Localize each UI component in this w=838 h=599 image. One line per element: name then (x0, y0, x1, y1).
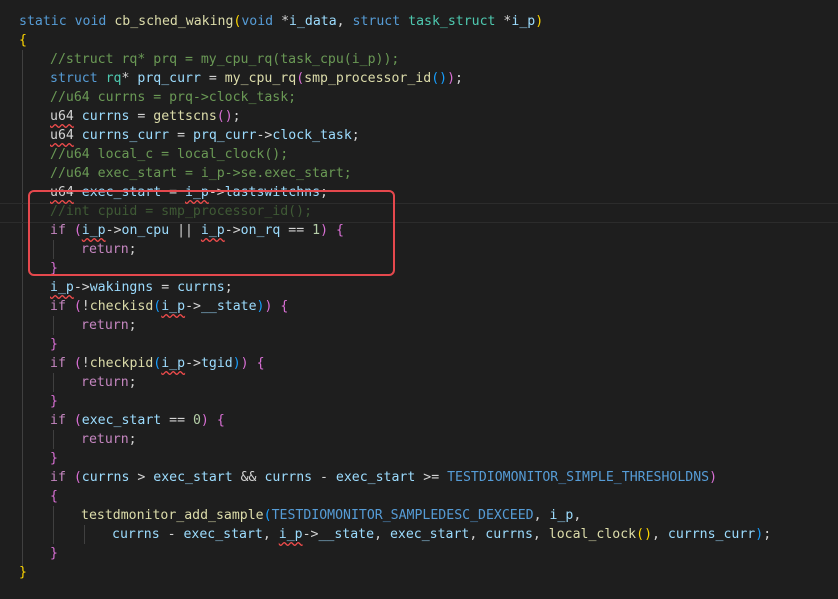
code-line-5[interactable]: //u64 currns = prq->clock_task; (50, 88, 296, 107)
code-line-24[interactable]: } (50, 449, 58, 468)
code-line-25[interactable]: if (currns > exec_start && currns - exec… (50, 468, 717, 487)
indent-guide (22, 50, 23, 568)
code-line-7[interactable]: u64 currns_curr = prq_curr->clock_task; (50, 126, 360, 145)
code-line-2[interactable]: { (19, 31, 27, 50)
indent-guide (53, 430, 54, 449)
code-line-28[interactable]: currns - exec_start, i_p->__state, exec_… (112, 525, 771, 544)
code-line-23[interactable]: return; (81, 430, 137, 449)
code-line-17[interactable]: return; (81, 316, 137, 335)
indent-guide (53, 506, 54, 544)
code-line-21[interactable]: } (50, 392, 58, 411)
code-line-16[interactable]: if (!checkisd(i_p->__state)) { (50, 297, 288, 316)
indent-guide (84, 525, 85, 544)
code-line-3[interactable]: //struct rq* prq = my_cpu_rq(task_cpu(i_… (50, 50, 399, 69)
code-line-19[interactable]: if (!checkpid(i_p->tgid)) { (50, 354, 265, 373)
code-editor[interactable]: static void cb_sched_waking(void *i_data… (0, 0, 838, 599)
indent-guide (53, 316, 54, 335)
code-line-20[interactable]: return; (81, 373, 137, 392)
code-line-6[interactable]: u64 currns = gettscns(); (50, 107, 241, 126)
highlight-annotation-box (28, 190, 395, 276)
code-line-1[interactable]: static void cb_sched_waking(void *i_data… (19, 12, 543, 31)
indent-guide (53, 373, 54, 392)
code-line-9[interactable]: //u64 exec_start = i_p->se.exec_start; (50, 164, 352, 183)
code-line-8[interactable]: //u64 local_c = local_clock(); (50, 145, 288, 164)
code-line-27[interactable]: testdmonitor_add_sample(TESTDIOMONITOR_S… (81, 506, 581, 525)
code-line-26[interactable]: { (50, 487, 58, 506)
code-line-18[interactable]: } (50, 335, 58, 354)
code-line-30[interactable]: } (19, 563, 27, 582)
code-line-15[interactable]: i_p->wakingns = currns; (50, 278, 233, 297)
code-line-29[interactable]: } (50, 544, 58, 563)
code-line-4[interactable]: struct rq* prq_curr = my_cpu_rq(smp_proc… (50, 69, 463, 88)
code-line-22[interactable]: if (exec_start == 0) { (50, 411, 225, 430)
